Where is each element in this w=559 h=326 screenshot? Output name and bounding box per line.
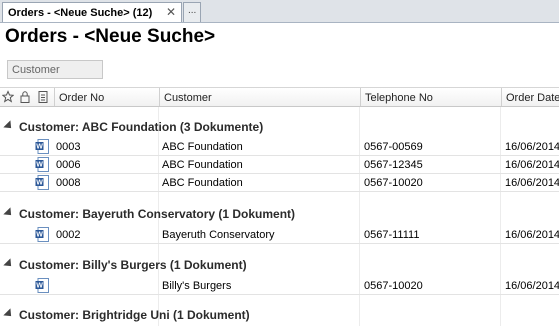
column-header-telephone[interactable]: Telephone No xyxy=(360,88,500,106)
order-date-cell: 16/06/2014 xyxy=(505,177,559,189)
page-title: Orders - <Neue Suche> xyxy=(5,26,216,47)
expand-arrow-icon[interactable] xyxy=(3,308,15,320)
telephone-cell: 0567-12345 xyxy=(364,159,423,171)
group-header[interactable]: Customer: Brightridge Uni (1 Dokument) xyxy=(0,304,559,326)
word-document-icon: W xyxy=(35,139,49,154)
column-header-customer[interactable]: Customer xyxy=(159,88,359,106)
group-label: Customer: Bayeruth Conservatory (1 Dokum… xyxy=(19,207,296,221)
svg-text:W: W xyxy=(36,162,43,169)
group-label: Customer: ABC Foundation (3 Dokumente) xyxy=(19,120,264,134)
svg-text:W: W xyxy=(36,232,43,239)
star-icon[interactable] xyxy=(2,90,14,104)
order-date-cell: 16/06/2014 xyxy=(505,229,559,241)
group-label: Customer: Billy's Burgers (1 Dokument) xyxy=(19,258,247,272)
order-no-cell: 0006 xyxy=(56,159,81,171)
group-header[interactable]: Customer: Bayeruth Conservatory (1 Dokum… xyxy=(0,203,559,225)
customer-cell: ABC Foundation xyxy=(162,141,243,153)
table-row[interactable]: W 0008 ABC Foundation 0567-10020 16/06/2… xyxy=(0,174,559,192)
word-document-icon: W xyxy=(35,278,49,293)
group-label: Customer: Brightridge Uni (1 Dokument) xyxy=(19,308,250,322)
telephone-cell: 0567-11111 xyxy=(364,229,420,241)
order-no-cell: 0002 xyxy=(56,229,81,241)
column-header-order-date[interactable]: Order Date xyxy=(501,88,559,106)
grid-header: Order No Customer Telephone No Order Dat… xyxy=(0,87,559,107)
expand-arrow-icon[interactable] xyxy=(3,120,15,132)
column-header-order-no[interactable]: Order No xyxy=(54,88,158,106)
expand-arrow-icon[interactable] xyxy=(3,258,15,270)
telephone-cell: 0567-10020 xyxy=(364,177,423,189)
word-document-icon: W xyxy=(35,157,49,172)
order-no-cell: 0008 xyxy=(56,177,81,189)
table-row[interactable]: W 0002 Bayeruth Conservatory 0567-11111 … xyxy=(0,226,559,244)
order-date-cell: 16/06/2014 xyxy=(505,141,559,153)
expand-arrow-icon[interactable] xyxy=(3,207,15,219)
table-row[interactable]: W Billy's Burgers 0567-10020 16/06/2014 xyxy=(0,277,559,295)
customer-cell: ABC Foundation xyxy=(162,177,243,189)
svg-text:W: W xyxy=(36,180,43,187)
svg-text:W: W xyxy=(36,283,43,290)
telephone-cell: 0567-10020 xyxy=(364,280,423,292)
table-row[interactable]: W 0003 ABC Foundation 0567-00569 16/06/2… xyxy=(0,138,559,156)
svg-text:W: W xyxy=(36,144,43,151)
close-icon[interactable]: ✕ xyxy=(166,6,176,18)
customer-cell: Billy's Burgers xyxy=(162,280,232,292)
order-date-cell: 16/06/2014 xyxy=(505,280,559,292)
table-row[interactable]: W 0006 ABC Foundation 0567-12345 16/06/2… xyxy=(0,156,559,174)
order-date-cell: 16/06/2014 xyxy=(505,159,559,171)
lock-icon[interactable] xyxy=(19,90,31,104)
tab-orders[interactable]: Orders - <Neue Suche> (12) ✕ xyxy=(2,2,182,22)
group-by-chip-customer[interactable]: Customer xyxy=(7,60,103,79)
document-icon[interactable] xyxy=(37,90,49,104)
customer-cell: Bayeruth Conservatory xyxy=(162,229,275,241)
customer-cell: ABC Foundation xyxy=(162,159,243,171)
telephone-cell: 0567-00569 xyxy=(364,141,423,153)
group-header[interactable]: Customer: Billy's Burgers (1 Dokument) xyxy=(0,254,559,276)
order-no-cell: 0003 xyxy=(56,141,81,153)
tab-orders-label: Orders - <Neue Suche> (12) xyxy=(8,7,153,19)
word-document-icon: W xyxy=(35,175,49,190)
document-tab-strip: Orders - <Neue Suche> (12) ✕ ... xyxy=(0,0,559,23)
group-header[interactable]: Customer: ABC Foundation (3 Dokumente) xyxy=(0,116,559,138)
tab-overflow-label: ... xyxy=(188,5,197,16)
word-document-icon: W xyxy=(35,227,49,242)
tab-overflow-button[interactable]: ... xyxy=(183,2,201,22)
